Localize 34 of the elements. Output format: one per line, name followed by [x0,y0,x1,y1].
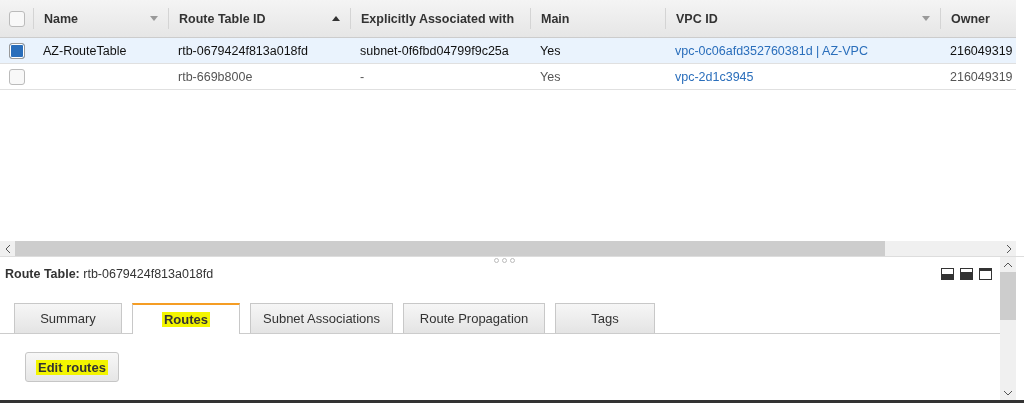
tab[interactable]: Summary [14,303,122,333]
tab[interactable]: Tags [555,303,656,333]
layout-top-icon[interactable] [979,268,992,280]
layout-bottom-icon[interactable] [941,268,954,280]
table-cell: rtb-0679424f813a018fd [178,43,308,58]
vpc-link[interactable]: vpc-2d1c3945 [675,69,754,84]
row-checkbox[interactable] [8,68,25,85]
table-cell: - [360,69,365,84]
column-header[interactable]: Main [541,11,570,26]
table-row[interactable]: AZ-RouteTable rtb-0679424f813a018fd subnet-0f6fbd04799f9c25a Yes vpc-0c06afd352760381d | AZ-VPC 216049319 [0,38,1016,64]
route-table-title: Route Table: rtb-0679424f813a018fd [5,267,214,281]
table-cell: Yes [540,43,561,58]
layout-split-icon[interactable] [960,268,973,280]
select-all-checkbox[interactable] [8,10,25,27]
column-header[interactable]: Owner [951,11,990,26]
tab[interactable]: Route Propagation [403,303,546,333]
table-cell: rtb-669b800e [178,69,253,84]
table-cell: 216049319 [950,69,1013,84]
scrollbar-thumb[interactable] [15,241,885,256]
column-header[interactable]: Route Table ID [179,11,266,26]
column-header[interactable]: Explicitly Associated with [361,11,515,26]
table-cell: 216049319 [950,43,1013,58]
table-cell: AZ-RouteTable [43,43,127,58]
sort-ascending-icon[interactable] [332,16,340,21]
vpc-link[interactable]: vpc-0c06afd352760381d | AZ-VPC [675,43,868,58]
row-checkbox[interactable] [8,42,25,59]
tab[interactable]: Routes [132,303,240,334]
tab[interactable]: Subnet Associations [250,303,394,333]
edit-routes-button[interactable]: Edit routes [25,352,119,382]
column-header[interactable]: Name [44,11,79,26]
table-cell: subnet-0f6fbd04799f9c25a [360,43,509,58]
table-cell: Yes [540,69,561,84]
column-header[interactable]: VPC ID [676,11,718,26]
scrollbar-thumb[interactable] [1000,272,1016,320]
